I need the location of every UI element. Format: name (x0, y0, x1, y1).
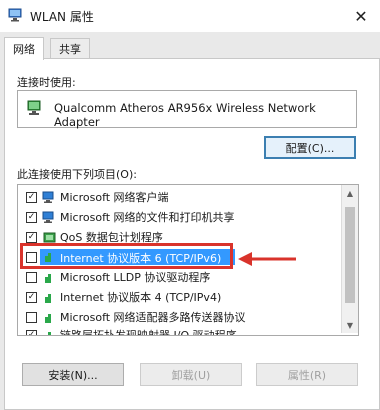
item-label: Microsoft 网络适配器多路传送器协议 (60, 311, 246, 324)
annotation-highlight-box (20, 243, 233, 269)
configure-button-label: 配置(C)... (285, 141, 335, 155)
list-item[interactable]: Microsoft LLDP 协议驱动程序 (18, 267, 340, 287)
qos-icon (43, 232, 56, 242)
annotation-arrow-icon (238, 252, 296, 266)
scroll-up-icon[interactable]: ▲ (342, 185, 358, 201)
protocol-icon (45, 331, 51, 335)
list-item[interactable]: ✓ Internet 协议版本 4 (TCP/IPv4) (18, 287, 340, 307)
item-label: Microsoft 网络的文件和打印机共享 (60, 211, 235, 224)
title-bar: WLAN 属性 ✕ (0, 0, 380, 32)
vertical-scrollbar[interactable]: ▲ ▼ (341, 185, 358, 333)
network-share-icon (42, 211, 54, 223)
scroll-down-icon[interactable]: ▼ (342, 317, 358, 333)
tab-label: 共享 (59, 43, 81, 56)
checkbox[interactable] (26, 311, 37, 323)
network-adapter-icon (27, 100, 41, 115)
protocol-icon (45, 273, 51, 283)
close-icon: ✕ (354, 6, 368, 26)
items-label: 此连接使用下列项目(O): (17, 168, 137, 181)
checkbox[interactable]: ✓ (26, 211, 37, 223)
window-title: WLAN 属性 (30, 10, 94, 24)
adapter-box: Qualcomm Atheros AR956x Wireless Network… (17, 90, 357, 129)
item-label: Microsoft LLDP 协议驱动程序 (60, 271, 211, 284)
list-item[interactable]: ✓ Microsoft 网络的文件和打印机共享 (18, 207, 340, 227)
uninstall-button[interactable]: 卸载(U) (140, 363, 242, 386)
item-label: 链路层拓扑发现映射器 I/O 驱动程序 (60, 329, 237, 336)
network-client-icon (42, 191, 54, 203)
list-item[interactable]: ✓ 链路层拓扑发现映射器 I/O 驱动程序 (18, 325, 340, 336)
properties-button[interactable]: 属性(R) (256, 363, 358, 386)
checkbox[interactable]: ✓ (26, 291, 37, 303)
tab-networking[interactable]: 网络 (4, 37, 44, 60)
checkbox[interactable] (26, 271, 37, 283)
item-label: Internet 协议版本 4 (TCP/IPv4) (60, 291, 222, 304)
adapter-name: Qualcomm Atheros AR956x Wireless Network… (54, 101, 316, 129)
checkbox[interactable]: ✓ (26, 329, 37, 335)
close-button[interactable]: ✕ (342, 0, 380, 32)
checkbox[interactable]: ✓ (26, 231, 37, 243)
item-label: Microsoft 网络客户端 (60, 191, 169, 204)
scrollbar-thumb[interactable] (345, 207, 355, 303)
network-icon (8, 8, 22, 22)
tab-sharing[interactable]: 共享 (50, 38, 90, 59)
uninstall-button-label: 卸载(U) (171, 368, 211, 382)
list-item[interactable]: ✓ Microsoft 网络客户端 (18, 187, 340, 207)
configure-button[interactable]: 配置(C)... (264, 136, 356, 159)
tab-label: 网络 (13, 43, 35, 56)
install-button[interactable]: 安装(N)... (22, 363, 124, 386)
install-button-label: 安装(N)... (48, 368, 98, 382)
checkbox[interactable]: ✓ (26, 191, 37, 203)
properties-button-label: 属性(R) (287, 368, 327, 382)
connect-using-label: 连接时使用: (17, 76, 76, 89)
list-item[interactable]: Microsoft 网络适配器多路传送器协议 (18, 307, 340, 327)
protocol-icon (45, 293, 51, 303)
protocol-icon (45, 313, 51, 323)
